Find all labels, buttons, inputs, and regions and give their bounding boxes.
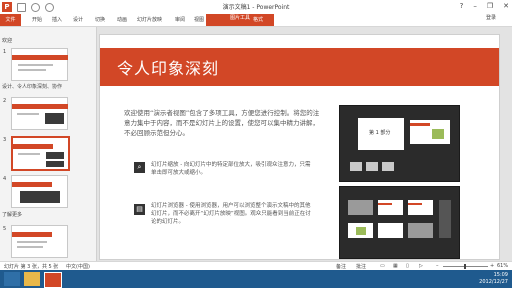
tab-insert[interactable]: 插入 [52, 16, 62, 23]
clock-time: 15:09 [493, 272, 508, 278]
zoom-level[interactable]: 61% [497, 263, 508, 269]
slide-number: 2 [3, 98, 7, 104]
tab-slideshow[interactable]: 幻灯片放映 [137, 16, 162, 23]
slide-thumbnails-pane: 欢迎 1 设计、令人印象深刻、协作 2 3 4 了解更多 5 [0, 27, 97, 261]
zoom-out-button[interactable]: – [436, 263, 439, 269]
presenter-view-screenshot-1[interactable]: 第 1 部分 [339, 105, 460, 182]
section-design[interactable]: 设计、令人印象深刻、协作 [2, 83, 62, 90]
slide-thumbnail-3-selected[interactable] [11, 136, 70, 171]
picture-tools-group: 图片工具 [206, 14, 274, 26]
tab-animations[interactable]: 动画 [117, 16, 127, 23]
slide-thumbnail-2[interactable] [11, 97, 68, 130]
language-indicator[interactable]: 中文(中国) [66, 263, 90, 270]
slide-title[interactable]: 令人印象深刻 [117, 55, 219, 79]
slide-number: 1 [3, 49, 7, 55]
slide-canvas[interactable]: 令人印象深刻 欢迎使用“演示者视图”包含了多项工具，方便您进行控制。将您的注意力… [99, 34, 500, 260]
slide-intro-text[interactable]: 欢迎使用“演示者视图”包含了多项工具，方便您进行控制。将您的注意力集中于内容，而… [124, 108, 320, 138]
powerpoint-taskbar-icon[interactable] [44, 272, 62, 288]
slide-sorter-icon[interactable]: ▦ [393, 263, 398, 269]
tab-design[interactable]: 设计 [73, 16, 83, 23]
slide-counter: 幻灯片 第 3 张，共 5 张 [4, 264, 59, 270]
slide-thumbnail-5[interactable] [11, 225, 68, 258]
slide-number: 5 [3, 226, 7, 232]
slide-thumbnail-4[interactable] [11, 175, 68, 208]
section-learn-more[interactable]: 了解更多 [2, 211, 22, 218]
windows-taskbar: 15:09 2012/12/27 [0, 270, 512, 288]
close-button[interactable]: ✕ [503, 2, 509, 10]
powerpoint-window: P 演示文稿1 - PowerPoint ? – ❐ ✕ 文件 开始 插入 设计… [0, 0, 512, 288]
slide-number: 4 [3, 176, 7, 182]
section-welcome[interactable]: 欢迎 [2, 37, 12, 44]
slides-icon: ▤ [134, 204, 145, 215]
tab-format[interactable]: 格式 [253, 16, 263, 23]
help-button[interactable]: ? [460, 2, 464, 10]
magnifier-icon: ⌕ [134, 162, 145, 173]
sign-in-link[interactable]: 登录 [486, 14, 496, 21]
zoom-slider-thumb[interactable] [464, 264, 466, 269]
comments-button[interactable]: 批注 [356, 263, 366, 270]
tab-home[interactable]: 开始 [32, 16, 42, 23]
slideshow-icon[interactable]: ▷ [419, 263, 423, 269]
tab-review[interactable]: 审阅 [175, 16, 185, 23]
slide-thumbnail-1[interactable] [11, 48, 68, 81]
window-controls: ? – ❐ ✕ [460, 2, 509, 10]
restore-button[interactable]: ❐ [487, 2, 493, 10]
tab-file[interactable]: 文件 [0, 14, 21, 26]
ribbon-tabs: 文件 开始 插入 设计 切换 动画 幻灯片放映 审阅 视图 图片工具 格式 登录 [0, 14, 512, 27]
title-bar: P 演示文稿1 - PowerPoint ? – ❐ ✕ [0, 0, 512, 14]
title-band: 令人印象深刻 [100, 48, 499, 86]
clock-date: 2012/12/27 [479, 279, 508, 285]
system-clock[interactable]: 15:09 2012/12/27 [479, 272, 508, 286]
ie-icon[interactable] [4, 272, 20, 286]
tab-transitions[interactable]: 切换 [95, 16, 105, 23]
presenter-view-screenshot-2[interactable] [339, 186, 460, 259]
minimize-button[interactable]: – [473, 2, 477, 10]
document-title: 演示文稿1 - PowerPoint [222, 4, 290, 11]
screenshot-caption: 第 1 部分 [369, 130, 391, 136]
notes-button[interactable]: 备注 [336, 263, 346, 270]
tab-view[interactable]: 视图 [194, 16, 204, 23]
normal-view-icon[interactable]: ▭ [380, 263, 385, 269]
slide-editing-area: 令人印象深刻 欢迎使用“演示者视图”包含了多项工具，方便您进行控制。将您的注意力… [97, 27, 512, 261]
feature-navigator-text[interactable]: 幻灯片浏览器 - 使用浏览器，用户可以浏览整个演示文稿中的其他幻灯片，而不必离开… [151, 202, 311, 226]
reading-view-icon[interactable]: ▯ [406, 263, 409, 269]
zoom-in-button[interactable]: + [490, 263, 494, 269]
feature-zoom-text[interactable]: 幻灯片缩放 - 向幻灯片中的特定部位放大，吸引观众注意力，只需单击即可放大或缩小… [151, 161, 311, 177]
file-explorer-icon[interactable] [24, 272, 40, 286]
slide-number: 3 [3, 137, 7, 143]
